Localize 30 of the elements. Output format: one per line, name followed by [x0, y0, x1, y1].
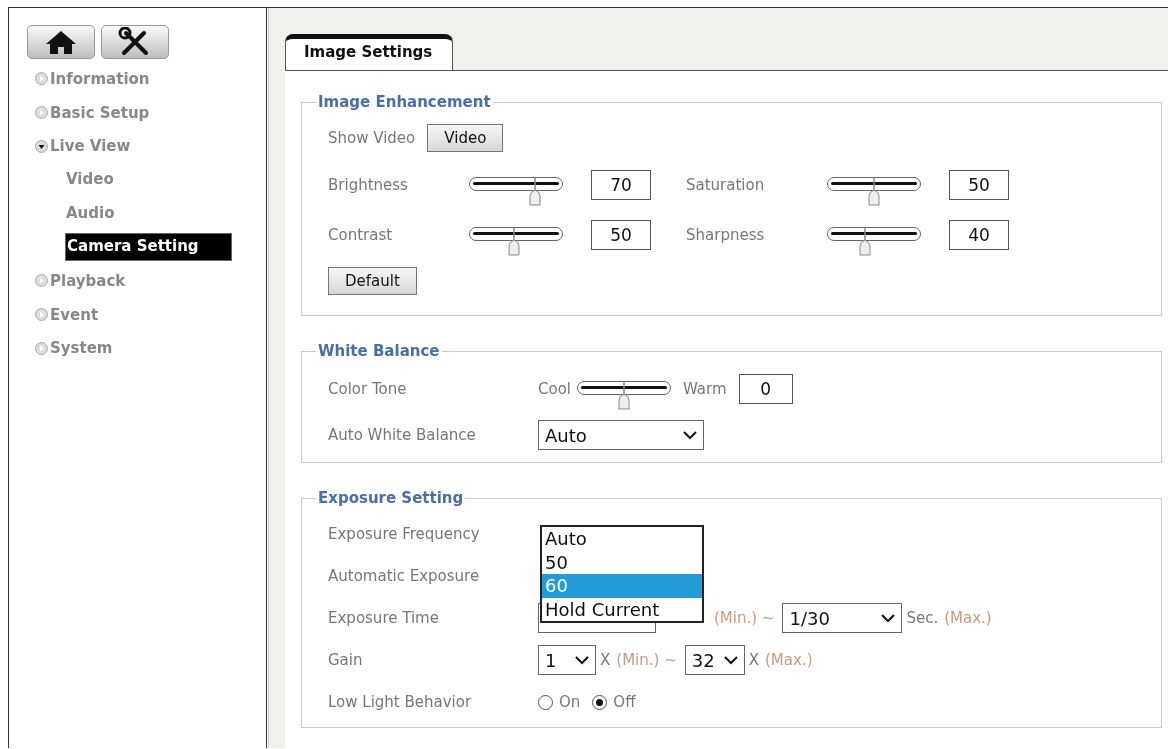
- unit-label: Sec.: [906, 609, 939, 627]
- field-label: Saturation: [686, 176, 766, 194]
- field-label: Show Video: [328, 129, 416, 147]
- range-label: Warm: [683, 380, 727, 398]
- unit-note: (Max.): [765, 651, 813, 669]
- group-title: White Balance: [317, 342, 441, 360]
- unit-note: (Min.) ~: [616, 651, 677, 669]
- field-label: Automatic Exposure: [328, 567, 481, 585]
- radio-label: Off: [613, 693, 636, 711]
- range-label: Cool: [538, 380, 571, 398]
- group-title: Image Enhancement: [317, 93, 492, 111]
- select-value: 1: [545, 649, 557, 671]
- field-label: Exposure Frequency: [328, 525, 481, 543]
- unit-label: X: [748, 651, 759, 669]
- field-label: Gain: [328, 651, 364, 669]
- field-label: Low Light Behavior: [328, 693, 473, 711]
- radio-label: On: [559, 693, 581, 711]
- group-title: Exposure Setting: [317, 489, 465, 507]
- field-label: Color Tone: [328, 380, 408, 398]
- field-label: Auto White Balance: [328, 426, 477, 444]
- select-value: Auto: [545, 424, 587, 446]
- unit-label: X: [600, 651, 611, 669]
- unit-note: (Min.) ~: [714, 609, 775, 627]
- select-value: 32: [691, 649, 715, 671]
- field-label: Contrast: [328, 226, 394, 244]
- select-value: 1/30: [789, 607, 830, 629]
- field-label: Exposure Time: [328, 609, 440, 627]
- unit-note: (Max.): [944, 609, 992, 627]
- field-label: Brightness: [328, 176, 409, 194]
- field-label: Sharpness: [686, 226, 766, 244]
